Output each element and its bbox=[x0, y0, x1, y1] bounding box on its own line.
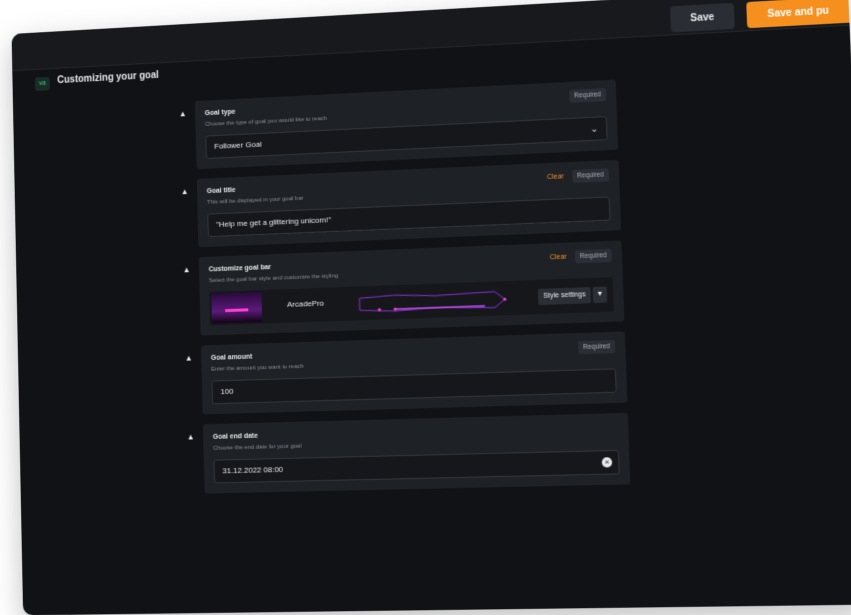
clear-link[interactable]: Clear bbox=[550, 254, 567, 262]
goal-amount-card: Goal amount Enter the amount you want to… bbox=[200, 331, 628, 415]
goal-end-date-card: Goal end date Choose the end date for yo… bbox=[202, 412, 631, 494]
section-goal-type: ▲ Goal type Choose the type of goal you … bbox=[178, 79, 619, 170]
section-customize-goal-bar: ▲ Customize goal bar Select the goal bar… bbox=[182, 240, 625, 336]
collapse-icon[interactable]: ▲ bbox=[180, 187, 190, 197]
app-badge: va bbox=[34, 76, 50, 92]
goal-form: ▲ Goal type Choose the type of goal you … bbox=[178, 79, 631, 504]
goal-bar-card: Customize goal bar Select the goal bar s… bbox=[198, 240, 625, 336]
chevron-down-icon: ⌄ bbox=[590, 123, 599, 134]
section-goal-end-date: ▲ Goal end date Choose the end date for … bbox=[186, 412, 631, 494]
collapse-icon[interactable]: ▲ bbox=[182, 265, 192, 275]
goal-bar-style-row[interactable]: ArcadePro Style settings ▼ bbox=[209, 277, 614, 326]
required-badge: Required bbox=[571, 168, 610, 183]
style-name: ArcadePro bbox=[286, 298, 325, 309]
collapse-icon[interactable]: ▲ bbox=[186, 432, 196, 442]
clear-link[interactable]: Clear bbox=[547, 173, 564, 181]
preview-outline bbox=[359, 291, 505, 312]
goal-title-card: Goal title This will be displayed in you… bbox=[196, 159, 622, 248]
clear-icon[interactable]: × bbox=[601, 457, 613, 468]
date-value: 31.12.2022 08:00 bbox=[222, 464, 284, 476]
save-button[interactable]: Save bbox=[670, 2, 735, 33]
thumbnail-glow bbox=[225, 308, 249, 313]
selected-value: Follower Goal bbox=[214, 139, 262, 151]
page-title: Customizing your goal bbox=[57, 70, 159, 87]
style-settings-button[interactable]: Style settings bbox=[538, 287, 592, 306]
goal-amount-input[interactable]: 100 bbox=[211, 368, 617, 405]
required-badge: Required bbox=[568, 88, 607, 103]
preview-dot bbox=[394, 308, 398, 312]
goal-type-card: Goal type Choose the type of goal you wo… bbox=[194, 79, 619, 170]
section-goal-amount: ▲ Goal amount Enter the amount you want … bbox=[184, 331, 628, 415]
goal-bar-preview bbox=[355, 287, 515, 317]
collapse-icon[interactable]: ▲ bbox=[178, 109, 188, 119]
caret-down-icon[interactable]: ▼ bbox=[592, 286, 608, 304]
style-thumbnail bbox=[211, 292, 263, 324]
section-goal-title: ▲ Goal title This will be displayed in y… bbox=[180, 159, 622, 248]
app-window: Save Save and pu va Customizing your goa… bbox=[11, 0, 851, 615]
required-badge: Required bbox=[574, 248, 613, 264]
required-badge: Required bbox=[577, 339, 616, 355]
collapse-icon[interactable]: ▲ bbox=[184, 354, 194, 364]
goal-end-date-input[interactable]: 31.12.2022 08:00 × bbox=[213, 449, 620, 484]
